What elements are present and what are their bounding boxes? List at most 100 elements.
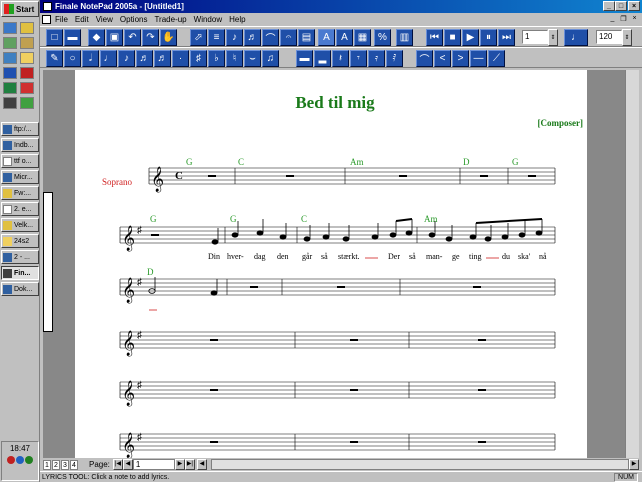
menu-options[interactable]: Options xyxy=(120,15,148,24)
doc-restore-icon[interactable]: ❐ xyxy=(618,14,629,23)
measure-spin-icon[interactable]: ⇕ xyxy=(548,29,558,46)
new-icon[interactable]: □ xyxy=(46,29,63,46)
page-number-input[interactable]: 1 xyxy=(132,459,175,470)
staff-system-5[interactable]: 𝄞 ♯ xyxy=(119,380,556,406)
rest-whole-icon[interactable]: ▬ xyxy=(296,50,313,67)
menu-edit[interactable]: Edit xyxy=(75,15,89,24)
taskbar-item-inbox[interactable]: Indb... xyxy=(1,138,39,152)
tie-icon[interactable]: ⌣ xyxy=(244,50,261,67)
page-tab-1[interactable]: 1 xyxy=(43,459,51,470)
speedy-entry-icon[interactable]: ♬ xyxy=(244,29,261,46)
start-button[interactable]: Start xyxy=(1,1,39,17)
lyric-syllable[interactable]: man- xyxy=(426,252,443,261)
next-page-icon[interactable]: ▶ xyxy=(174,459,185,470)
taskbar-item-ttf[interactable]: ttf o... xyxy=(1,154,39,168)
stop-icon[interactable]: ■ xyxy=(444,29,461,46)
lyric-syllable[interactable]: stærkt. xyxy=(338,252,360,261)
lyric-syllable[interactable]: Din xyxy=(208,252,220,261)
doc-close-icon[interactable]: × xyxy=(629,14,640,23)
score-title[interactable]: Bed til mig xyxy=(295,93,375,112)
measure-input[interactable]: 1 xyxy=(522,30,548,44)
lyric-syllable[interactable]: så xyxy=(321,252,328,261)
chord-symbol[interactable]: G xyxy=(186,157,193,167)
page-tab-2[interactable]: 2 xyxy=(52,459,60,470)
menu-trade-up[interactable]: Trade-up xyxy=(154,15,186,24)
tempo-input[interactable]: 120 xyxy=(596,30,622,44)
rest-eighth-icon[interactable]: 𝄾 xyxy=(350,50,367,67)
eighth-note-icon[interactable]: ♪ xyxy=(118,50,135,67)
measure-tool-icon[interactable]: ▤ xyxy=(298,29,315,46)
sharp-icon[interactable]: ♯ xyxy=(190,50,207,67)
taskbar-item-velk[interactable]: Velk... xyxy=(1,218,39,232)
staff-tool-icon[interactable]: ≡ xyxy=(208,29,225,46)
scroll-left-icon[interactable]: ◀ xyxy=(196,459,207,470)
finale-app-icon[interactable] xyxy=(43,2,52,11)
thirtysecond-note-icon[interactable]: ♬ xyxy=(154,50,171,67)
mixer-icon[interactable]: ▥ xyxy=(396,29,413,46)
decrescendo-icon[interactable]: > xyxy=(452,50,469,67)
staff-system-1[interactable]: 𝄞 C G C Am D G xyxy=(148,157,556,192)
tray-antivirus-icon[interactable] xyxy=(7,456,15,464)
rewind-start-icon[interactable]: ⏮ xyxy=(426,29,443,46)
composer-text[interactable]: [Composer] xyxy=(538,118,584,128)
lyric-syllable[interactable]: hver- xyxy=(227,252,244,261)
menu-file[interactable]: File xyxy=(55,15,68,24)
chord-symbol[interactable]: C xyxy=(301,214,307,224)
quicklaunch-network-icon[interactable] xyxy=(3,82,17,94)
last-page-icon[interactable]: ▶| xyxy=(184,459,195,470)
save-icon[interactable]: ▣ xyxy=(106,29,123,46)
quicklaunch-outlook-icon[interactable] xyxy=(20,22,34,34)
score-page[interactable]: Bed til mig [Composer] Soprano 𝄞 C G C A… xyxy=(75,70,587,458)
chord-symbol[interactable]: Am xyxy=(424,214,438,224)
menu-view[interactable]: View xyxy=(96,15,113,24)
page-tab-3[interactable]: 3 xyxy=(61,459,69,470)
doc-minimize-icon[interactable]: _ xyxy=(607,14,618,23)
lyric-syllable[interactable]: den xyxy=(277,252,289,261)
dot-icon[interactable]: · xyxy=(172,50,189,67)
tuplet-icon[interactable]: ♫ xyxy=(262,50,279,67)
crescendo-icon[interactable]: < xyxy=(434,50,451,67)
line-icon[interactable]: — xyxy=(470,50,487,67)
fast-forward-icon[interactable]: ⏭ xyxy=(498,29,515,46)
taskbar-item-2[interactable]: 2 - ... xyxy=(1,250,39,264)
natural-icon[interactable]: ♮ xyxy=(226,50,243,67)
sixteenth-note-icon[interactable]: ♬ xyxy=(136,50,153,67)
vertical-scrollbar[interactable] xyxy=(625,70,639,458)
lyric-syllable[interactable]: Der xyxy=(388,252,400,261)
rest-quarter-icon[interactable]: 𝄽 xyxy=(332,50,349,67)
quicklaunch-desktop-icon[interactable] xyxy=(3,37,17,49)
taskbar-item-24s2[interactable]: 24s2 xyxy=(1,234,39,248)
simple-entry-icon[interactable]: ♪ xyxy=(226,29,243,46)
taskbar-item-2e[interactable]: 2. e... xyxy=(1,202,39,216)
menu-help[interactable]: Help xyxy=(229,15,245,24)
chord-symbol[interactable]: D xyxy=(463,157,470,167)
chord-symbol[interactable]: G xyxy=(150,214,157,224)
minimize-button[interactable]: _ xyxy=(603,1,615,11)
lyric-syllable[interactable]: ge xyxy=(452,252,460,261)
rest-half-icon[interactable]: ▂ xyxy=(314,50,331,67)
staff-system-3[interactable]: 𝄞 ♯ D xyxy=(119,267,556,311)
prev-page-icon[interactable]: ◀ xyxy=(122,459,133,470)
lyrics-tool-icon[interactable]: A xyxy=(318,29,335,46)
lyric-syllable[interactable]: nå xyxy=(539,252,547,261)
chord-tool-icon[interactable]: ▦ xyxy=(354,29,371,46)
hand-icon[interactable]: ✋ xyxy=(160,29,177,46)
tempo-note-icon[interactable]: ♩ xyxy=(564,29,588,46)
document-area[interactable]: Bed til mig [Composer] Soprano 𝄞 C G C A… xyxy=(43,70,639,458)
close-button[interactable]: × xyxy=(628,1,640,11)
redo-icon[interactable]: ↷ xyxy=(142,29,159,46)
quicklaunch-media-icon[interactable] xyxy=(20,37,34,49)
taskbar-item-dok[interactable]: Dok... xyxy=(1,282,39,296)
staff-system-2[interactable]: 𝄞 ♯ G G C Am Din hver- dag den går så st… xyxy=(119,214,556,261)
title-bar[interactable]: Finale NotePad 2005a - [Untitled1] _ □ × xyxy=(40,0,642,13)
maximize-button[interactable]: □ xyxy=(615,1,627,11)
taskbar-item-micro[interactable]: Micr... xyxy=(1,170,39,184)
quicklaunch-app-icon[interactable] xyxy=(20,82,34,94)
whole-note-icon[interactable]: ○ xyxy=(64,50,81,67)
articulation-icon[interactable]: ⌒ xyxy=(262,29,279,46)
lyric-syllable[interactable]: så xyxy=(409,252,416,261)
rest-sixteenth-icon[interactable]: 𝄿 xyxy=(368,50,385,67)
bend-icon[interactable]: ⟋ xyxy=(488,50,505,67)
tray-volume-icon[interactable] xyxy=(25,456,33,464)
undo-icon[interactable]: ↶ xyxy=(124,29,141,46)
